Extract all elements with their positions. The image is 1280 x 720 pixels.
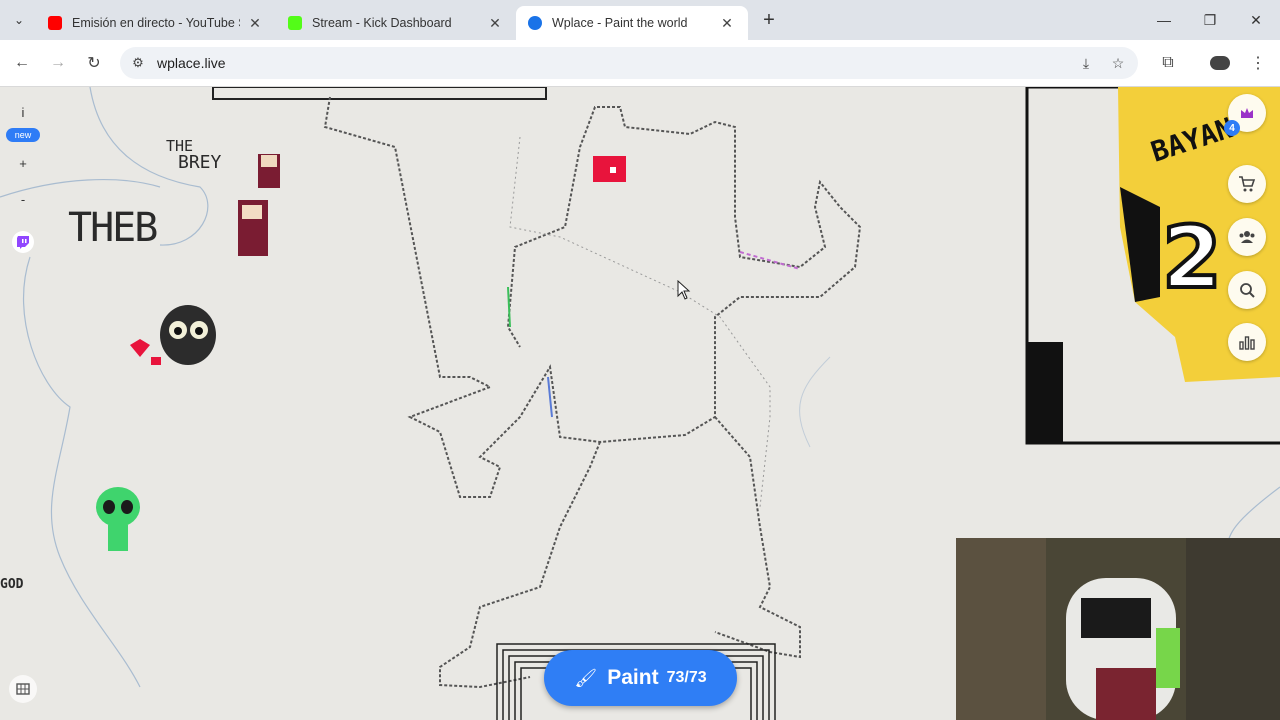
minus-icon: - [20,191,26,207]
paint-charges: 73/73 [666,669,707,686]
layers-button[interactable] [9,675,37,703]
cursor-icon [677,280,691,300]
canvas-tag: BREY [178,152,222,173]
arrow-left-icon: ← [14,54,30,71]
brush-icon: 🖌 [574,667,598,688]
close-window-button[interactable]: ✕ [1244,8,1268,32]
search-icon [1240,283,1255,298]
close-icon[interactable]: ✕ [246,14,264,32]
tab-title: Emisión en directo - YouTube S [72,16,240,30]
canvas-tag: THEB [68,205,158,251]
new-badge[interactable]: new [6,128,40,142]
star-icon[interactable]: ☆ [1110,55,1126,71]
minimize-icon: — [1157,12,1171,28]
restore-icon: ❐ [1203,11,1217,28]
globe-icon [528,16,542,30]
menu-button[interactable]: ⋮ [1246,51,1270,75]
tab-title: Wplace - Paint the world [552,16,688,30]
new-tab-button[interactable]: + [758,9,780,31]
plus-icon: + [19,155,27,171]
info-icon: i [21,104,25,120]
group-icon [1239,231,1255,243]
browser-toolbar: ← → ↻ ⚙ wplace.live ⤓ ☆ ⧉ ⋮ [0,40,1280,87]
tab-wplace[interactable]: Wplace - Paint the world ✕ [516,6,748,40]
stats-button[interactable] [1228,323,1266,361]
tune-icon[interactable]: ⚙ [130,55,146,71]
zoom-in-button[interactable]: + [12,152,34,174]
webcam-overlay [956,538,1280,720]
tab-search-button[interactable]: ⌄ [8,9,30,31]
reload-button[interactable]: ↻ [82,51,106,75]
close-icon: ✕ [1250,11,1262,28]
zoom-out-button[interactable]: - [12,188,34,210]
cart-icon [1239,176,1256,192]
twitch-button[interactable] [12,231,34,253]
search-location-button[interactable] [1228,271,1266,309]
crown-icon [1241,108,1253,118]
paint-button[interactable]: 🖌 Paint 73/73 [544,650,737,706]
profile-button[interactable] [1208,51,1232,75]
forward-button[interactable]: → [46,51,70,75]
more-vert-icon: ⋮ [1250,55,1266,72]
notification-count: 4 [1224,120,1240,136]
arrow-right-icon: → [50,54,66,71]
minimize-button[interactable]: — [1152,8,1176,32]
restore-button[interactable]: ❐ [1198,8,1222,32]
webcam-image [956,538,1280,720]
chevron-down-icon: ⌄ [13,13,25,27]
bar-chart-icon [1239,336,1255,350]
store-button[interactable] [1228,165,1266,203]
svg-text:2: 2 [1162,208,1222,308]
tab-strip: ⌄ Emisión en directo - YouTube S ✕ Strea… [0,0,1280,40]
puzzle-icon: ⧉ [1162,54,1174,71]
kick-icon [288,16,302,30]
close-icon[interactable]: ✕ [718,14,736,32]
close-icon[interactable]: ✕ [486,14,504,32]
url-text[interactable]: wplace.live [157,55,225,71]
tab-title: Stream - Kick Dashboard [312,16,452,30]
plus-icon: + [763,8,775,31]
tab-youtube[interactable]: Emisión en directo - YouTube S ✕ [36,6,276,40]
grid-icon [16,683,30,695]
tab-kick[interactable]: Stream - Kick Dashboard ✕ [276,6,516,40]
back-button[interactable]: ← [10,51,34,75]
canvas-tag: GOD [0,577,24,592]
paint-label: Paint [607,666,659,689]
alliance-button[interactable] [1228,218,1266,256]
twitch-icon [17,236,29,249]
info-button[interactable]: i [12,101,34,123]
address-bar[interactable]: ⚙ wplace.live ⤓ ☆ [120,47,1138,79]
extensions-button[interactable]: ⧉ [1156,51,1180,75]
install-icon[interactable]: ⤓ [1078,55,1094,71]
avatar-icon [1210,56,1230,70]
leaderboard-button[interactable]: 4 [1224,94,1266,136]
youtube-icon [48,16,62,30]
reload-icon: ↻ [87,55,101,72]
